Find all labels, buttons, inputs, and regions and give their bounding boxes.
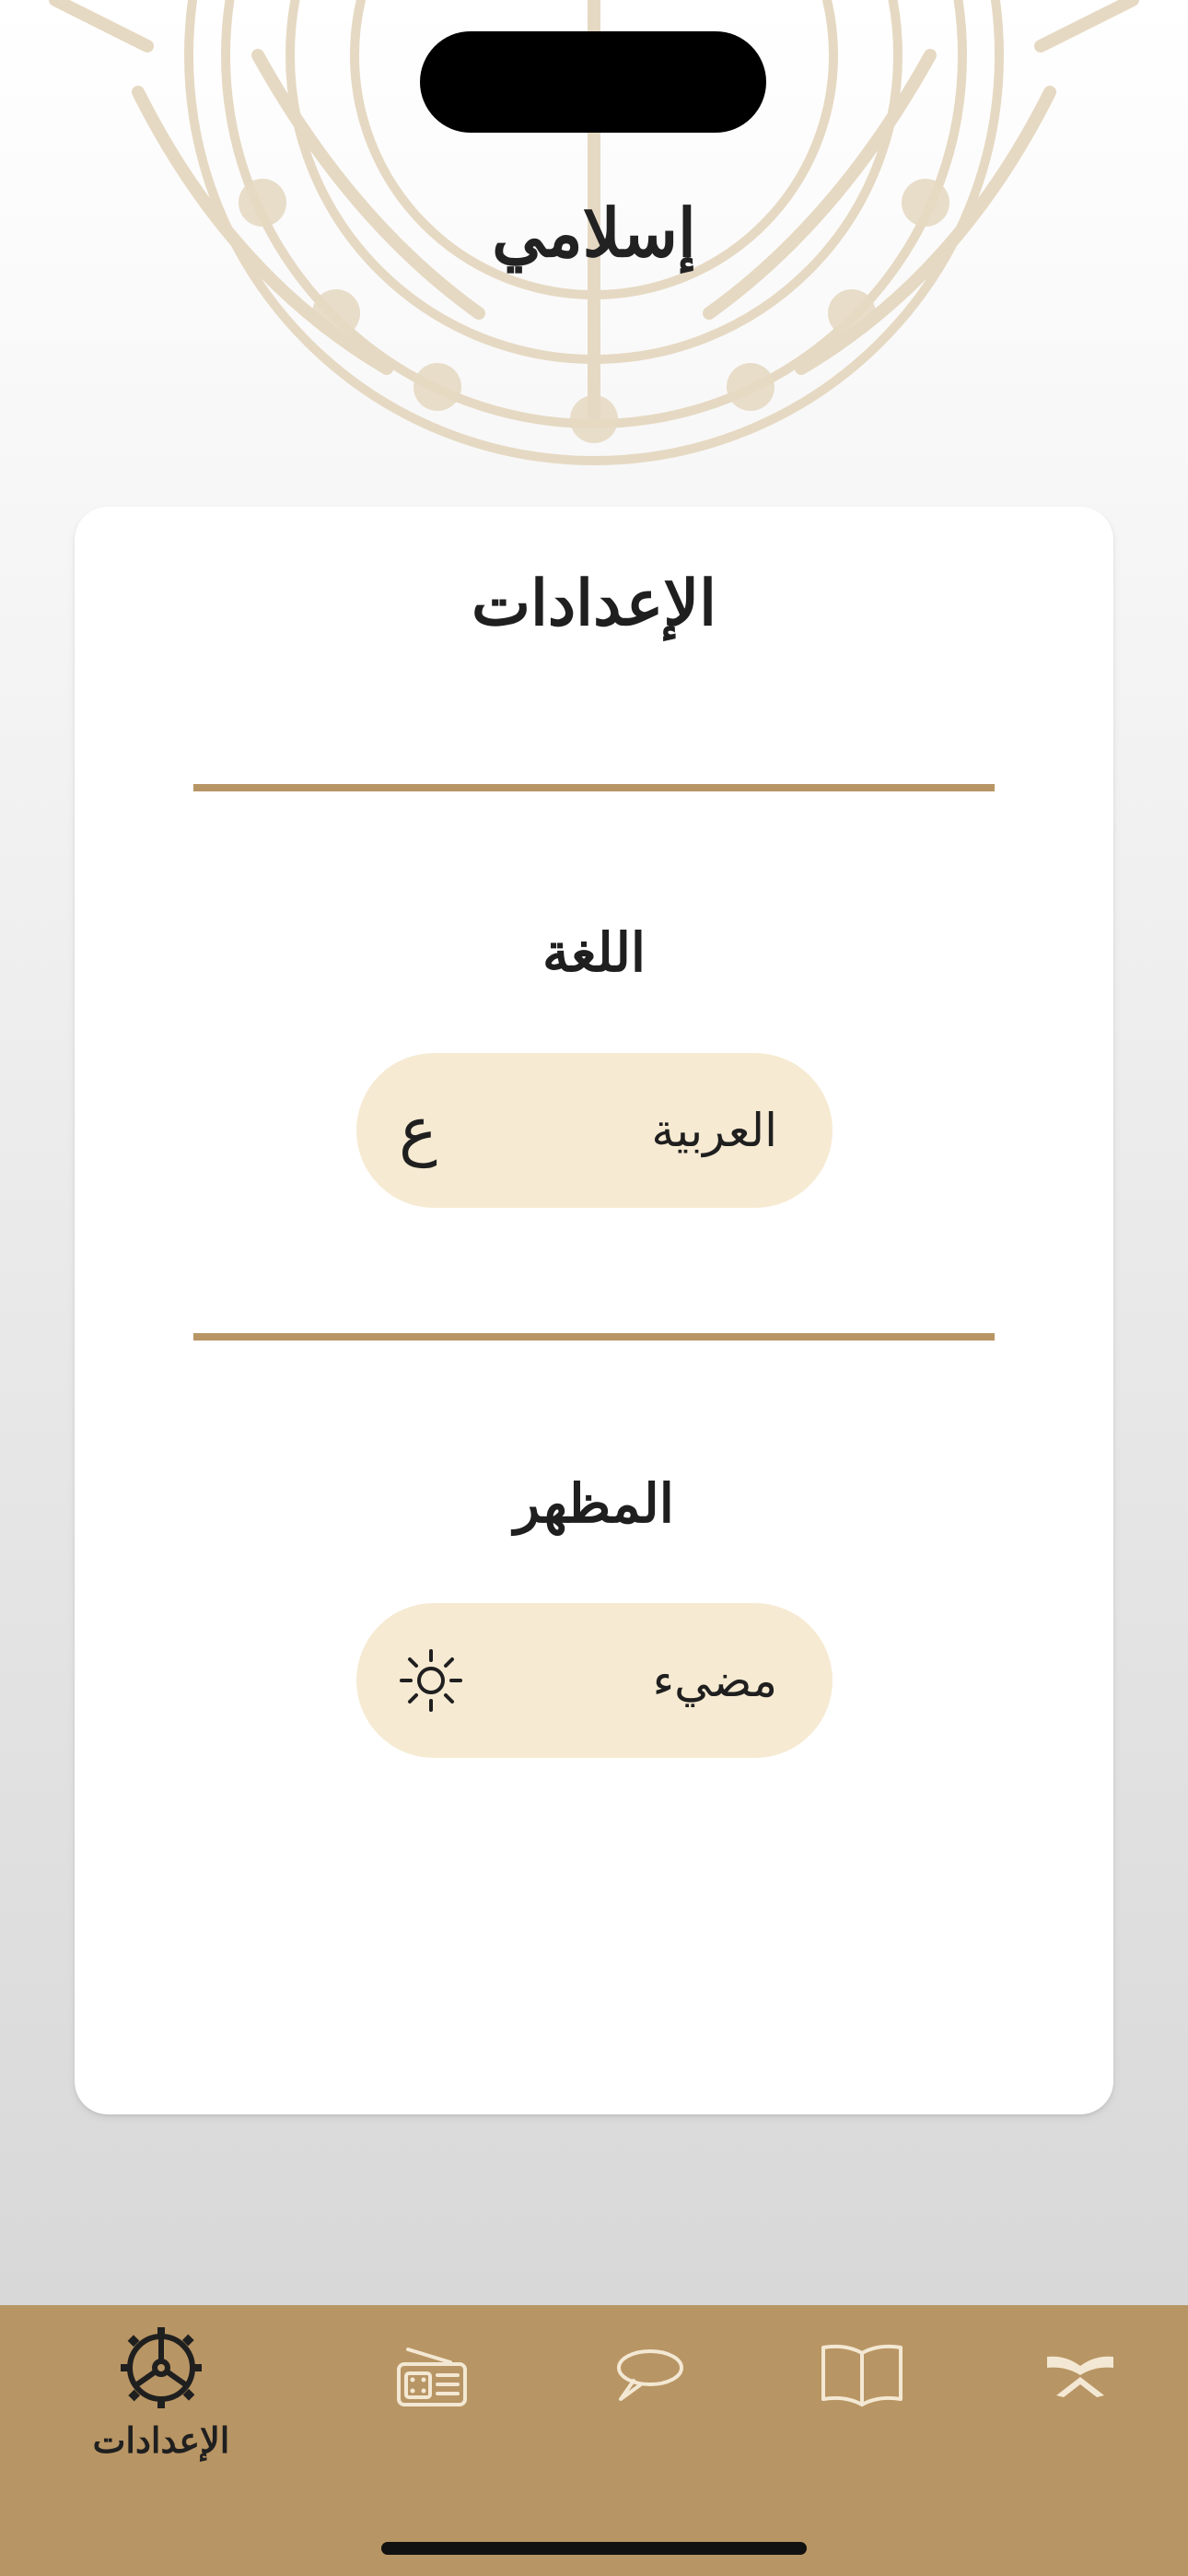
section-divider (193, 1333, 995, 1341)
app-title: إسلامي (492, 193, 696, 272)
gear-icon (119, 2325, 204, 2414)
speech-bubble-icon (611, 2346, 685, 2408)
appearance-value: مضيء (652, 1654, 777, 1707)
tab-hadith[interactable] (779, 2325, 945, 2510)
appearance-selector-button[interactable]: مضيء (356, 1603, 833, 1758)
settings-card: الإعدادات اللغة ع العربية المظهر مضيء (75, 507, 1113, 2114)
section-divider (193, 784, 995, 791)
tab-settings[interactable]: الإعدادات (78, 2325, 244, 2510)
language-value: العربية (651, 1104, 777, 1157)
radio-icon (395, 2346, 469, 2412)
home-indicator (381, 2542, 807, 2555)
tab-settings-label: الإعدادات (92, 2419, 230, 2461)
language-selector-button[interactable]: ع العربية (356, 1053, 833, 1208)
arabic-letter-icon: ع (399, 1093, 437, 1168)
language-section-title: اللغة (542, 921, 646, 984)
bottom-tab-bar: الإعدادات (0, 2305, 1188, 2576)
quran-stand-icon (1043, 2348, 1117, 2403)
appearance-section-title: المظهر (514, 1472, 674, 1535)
open-book-icon (818, 2342, 906, 2412)
tab-tasbeh[interactable] (565, 2325, 731, 2510)
settings-title: الإعدادات (471, 567, 717, 640)
dynamic-island (420, 31, 766, 133)
sun-icon (399, 1648, 463, 1713)
tab-radio[interactable] (349, 2325, 515, 2510)
tab-quran[interactable] (997, 2325, 1163, 2510)
